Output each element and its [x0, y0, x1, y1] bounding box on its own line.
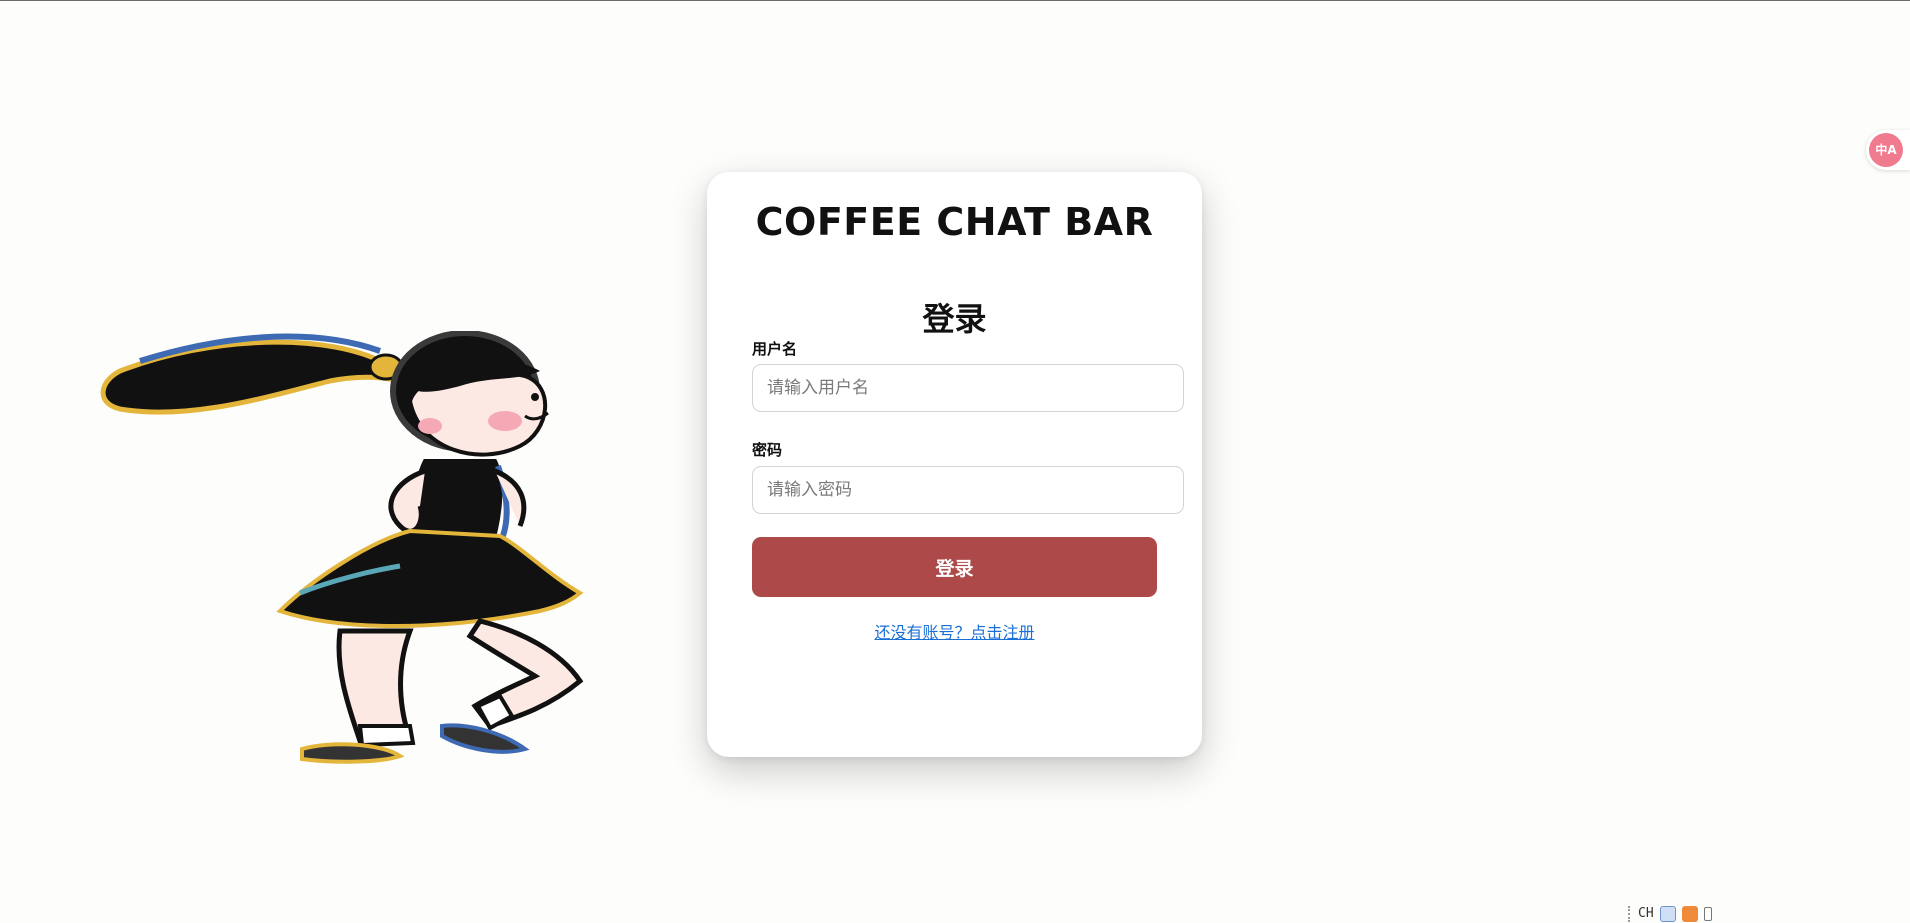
- ime-toolbar: CH: [1628, 903, 1712, 923]
- login-card: COFFEE CHAT BAR 登录 用户名 密码 登录 还没有账号？点击注册: [707, 172, 1202, 757]
- translate-icon[interactable]: 中A: [1869, 133, 1903, 167]
- ime-drag-handle[interactable]: [1628, 905, 1632, 922]
- ime-mode-label[interactable]: CH: [1638, 906, 1654, 921]
- login-button[interactable]: 登录: [752, 537, 1157, 597]
- dancing-girl-illustration: [100, 331, 584, 764]
- login-heading: 登录: [922, 300, 987, 338]
- app-title: COFFEE CHAT BAR: [755, 200, 1154, 244]
- sogou-icon[interactable]: [1681, 905, 1698, 922]
- pen-icon[interactable]: [1659, 905, 1676, 922]
- register-link[interactable]: 还没有账号？点击注册: [874, 623, 1034, 642]
- password-input[interactable]: [752, 466, 1184, 514]
- register-link-container: 还没有账号？点击注册: [707, 619, 1202, 643]
- login-page: COFFEE CHAT BAR 登录 用户名 密码 登录 还没有账号？点击注册 …: [0, 0, 1910, 923]
- username-input[interactable]: [752, 364, 1184, 412]
- username-label: 用户名: [752, 340, 798, 358]
- settings-icon[interactable]: [1703, 906, 1712, 921]
- password-label: 密码: [752, 441, 783, 459]
- translate-widget[interactable]: 中A: [1866, 130, 1910, 170]
